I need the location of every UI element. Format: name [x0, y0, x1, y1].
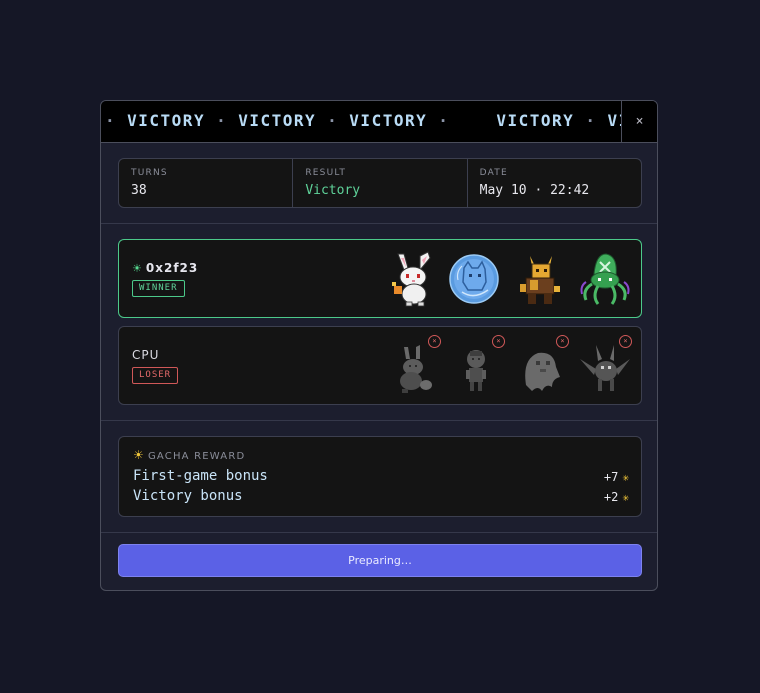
reward-label: First-game bonus — [133, 468, 268, 484]
sun-icon: ☀ — [133, 448, 145, 462]
marquee-word: VICTORY — [496, 111, 575, 130]
section-divider — [101, 532, 657, 533]
sun-icon: ☀ — [132, 262, 143, 275]
stat-value: May 10 · 22:42 — [479, 183, 590, 198]
victory-marquee: ·VICTORY·VICTORY·VICTORY·VICTORY·VICTORY… — [101, 101, 657, 143]
section-divider — [101, 420, 657, 421]
reward-amount-value: +7 — [603, 470, 619, 484]
stat-label: TURNS — [131, 168, 168, 178]
winner-badge: WINNER — [132, 280, 185, 297]
marquee-word: VICTORY — [238, 111, 317, 130]
preparing-button[interactable]: Preparing… — [118, 544, 642, 577]
stat-date: DATE May 10 · 22:42 — [468, 159, 641, 207]
white-rabbit-sprite — [392, 251, 431, 307]
currency-icon: ✳ — [622, 471, 629, 484]
stat-value: 38 — [131, 183, 147, 198]
marquee-separator: · — [438, 111, 450, 130]
reward-amount: +2 ✳ — [604, 490, 629, 504]
stat-value: Victory — [305, 183, 361, 198]
knocked-out-icon: × — [428, 335, 441, 348]
blue-orb-sprite — [449, 254, 499, 304]
marquee-separator: · — [585, 111, 597, 130]
battle-result-modal: ·VICTORY·VICTORY·VICTORY·VICTORY·VICTORY… — [100, 100, 658, 591]
marquee-separator: · — [216, 111, 228, 130]
winner-team-name: ☀ 0x2f23 — [132, 261, 198, 275]
winner-team-card: ☀ 0x2f23 WINNER — [118, 239, 642, 318]
stat-label: RESULT — [305, 168, 347, 178]
reward-amount: +7 ✳ — [604, 470, 629, 484]
marquee-word: VICTORY — [349, 111, 428, 130]
white-rabbit-icon[interactable] — [384, 250, 442, 308]
marquee-separator: · — [105, 111, 117, 130]
reward-amount-value: +2 — [603, 490, 619, 504]
marquee-track: ·VICTORY·VICTORY·VICTORY·VICTORY·VICTORY — [105, 111, 657, 130]
marquee-separator: · — [327, 111, 339, 130]
knocked-out-icon: × — [619, 335, 632, 348]
horned-warrior-icon[interactable] — [512, 250, 570, 308]
winner-name-text: 0x2f23 — [145, 261, 199, 275]
knocked-out-icon: × — [556, 335, 569, 348]
loser-badge: LOSER — [132, 367, 179, 384]
green-octopus-sprite — [580, 253, 630, 305]
close-button[interactable]: × — [621, 101, 657, 142]
reward-title: GACHA REWARD — [147, 451, 246, 462]
loser-team-name: CPU — [132, 348, 160, 362]
reward-row: First-game bonus +7 ✳ — [133, 468, 629, 488]
marquee-word: VICTORY — [127, 111, 206, 130]
match-stats: TURNS 38 RESULT Victory DATE May 10 · 22… — [118, 158, 642, 208]
knocked-out-icon: × — [492, 335, 505, 348]
reward-label: Victory bonus — [133, 488, 243, 504]
loser-team-card: CPU LOSER × × × × — [118, 326, 642, 405]
green-octopus-icon[interactable] — [576, 250, 634, 308]
stat-label: DATE — [479, 168, 508, 178]
gacha-reward-panel: ☀ GACHA REWARD First-game bonus +7 ✳ Victo… — [118, 436, 642, 517]
stat-turns: TURNS 38 — [119, 159, 294, 207]
section-divider — [101, 223, 657, 224]
horned-warrior-sprite — [520, 256, 560, 304]
blue-orb-creature-icon[interactable] — [448, 250, 506, 308]
reward-heading: ☀ GACHA REWARD — [133, 448, 245, 462]
currency-icon: ✳ — [622, 491, 629, 504]
reward-row: Victory bonus +2 ✳ — [133, 488, 629, 508]
stat-result: RESULT Victory — [293, 159, 468, 207]
